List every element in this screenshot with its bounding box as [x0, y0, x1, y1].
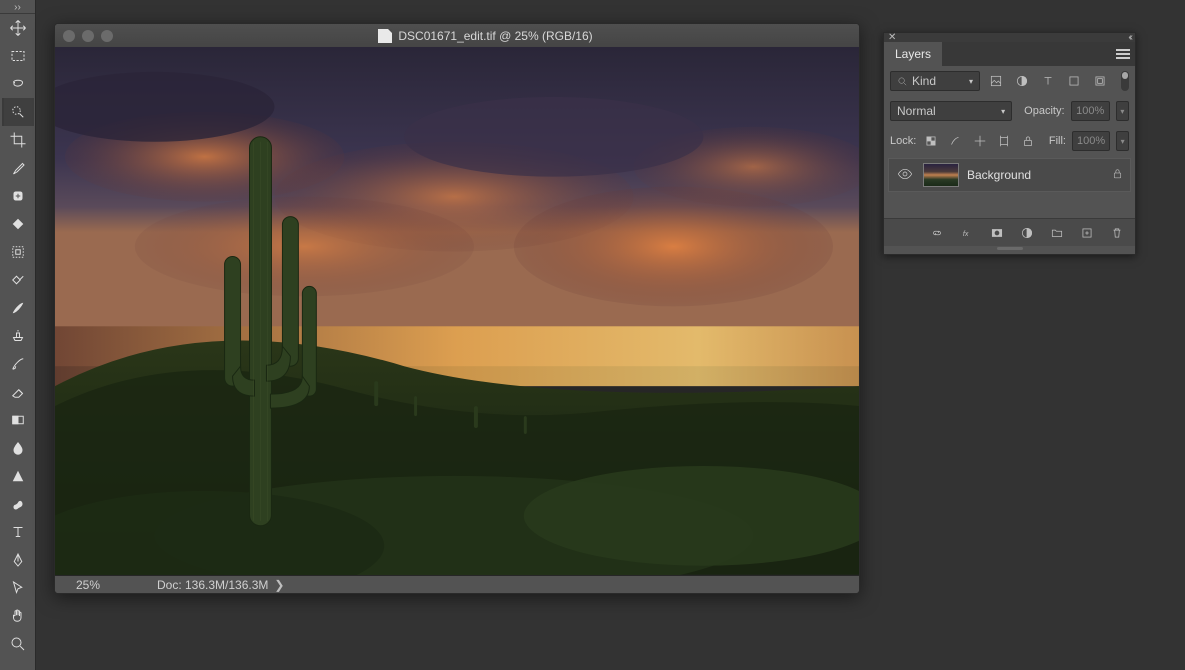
gradient-tool[interactable]: [2, 406, 34, 434]
filter-shape-icon[interactable]: [1064, 71, 1084, 91]
delete-layer-icon[interactable]: [1107, 223, 1127, 243]
blend-mode-value: Normal: [897, 104, 936, 118]
blend-mode-select[interactable]: Normal ▾: [890, 101, 1012, 121]
image-canvas[interactable]: [55, 47, 859, 575]
search-icon: [897, 76, 908, 87]
svg-text:fx: fx: [963, 230, 969, 237]
lock-transparency-icon[interactable]: [922, 131, 940, 151]
workspace: DSC01671_edit.tif @ 25% (RGB/16): [36, 0, 1185, 670]
patch-tool[interactable]: [2, 210, 34, 238]
new-layer-icon[interactable]: [1077, 223, 1097, 243]
panel-control-bar[interactable]: ✕ ‹‹: [884, 33, 1135, 42]
filter-smart-icon[interactable]: [1090, 71, 1110, 91]
layers-tab[interactable]: Layers: [884, 42, 942, 66]
opacity-value[interactable]: 100%: [1071, 101, 1110, 121]
document-title: DSC01671_edit.tif @ 25% (RGB/16): [120, 29, 851, 43]
clone-stamp-tool[interactable]: [2, 322, 34, 350]
fill-value[interactable]: 100%: [1072, 131, 1110, 151]
document-title-text: DSC01671_edit.tif @ 25% (RGB/16): [398, 29, 592, 43]
layers-footer: fx: [884, 218, 1135, 246]
chevron-right-icon: ❯: [274, 578, 284, 592]
eyedropper-tool[interactable]: [2, 154, 34, 182]
move-tool[interactable]: [2, 14, 34, 42]
smudge-tool[interactable]: [2, 490, 34, 518]
lock-artboard-icon[interactable]: [995, 131, 1013, 151]
hand-tool[interactable]: [2, 602, 34, 630]
filter-type-icon[interactable]: [1038, 71, 1058, 91]
app-root: ››: [0, 0, 1185, 670]
eraser-tool[interactable]: [2, 378, 34, 406]
panel-resize-handle[interactable]: [884, 246, 1135, 254]
layers-panel: ✕ ‹‹ Layers Kind ▾: [883, 32, 1136, 255]
layer-mask-icon[interactable]: [987, 223, 1007, 243]
zoom-level[interactable]: 25%: [59, 578, 117, 592]
frame-tool[interactable]: [2, 238, 34, 266]
toolbox-expand[interactable]: ››: [0, 2, 35, 14]
crop-tool[interactable]: [2, 126, 34, 154]
document-window: DSC01671_edit.tif @ 25% (RGB/16): [54, 23, 860, 594]
zoom-tool[interactable]: [2, 630, 34, 658]
lock-row: Lock: Fill: 100% ▾: [884, 126, 1135, 156]
filter-pixel-icon[interactable]: [986, 71, 1006, 91]
document-statusbar: 25% Doc: 136.3M/136.3M ❯: [55, 576, 859, 593]
lock-image-icon[interactable]: [946, 131, 964, 151]
triangle-tool[interactable]: [2, 462, 34, 490]
lock-all-icon[interactable]: [1019, 131, 1037, 151]
layer-row-background[interactable]: Background: [888, 158, 1131, 192]
content-aware-tool[interactable]: [2, 266, 34, 294]
quick-selection-tool[interactable]: [2, 98, 34, 126]
doc-size-text: Doc: 136.3M/136.3M: [157, 578, 268, 592]
lock-icon[interactable]: [1111, 167, 1124, 183]
visibility-toggle-icon[interactable]: [895, 166, 915, 185]
rectangular-marquee-tool[interactable]: [2, 42, 34, 70]
blend-row: Normal ▾ Opacity: 100% ▾: [884, 96, 1135, 126]
document-info[interactable]: Doc: 136.3M/136.3M ❯: [157, 578, 284, 592]
file-icon: [378, 29, 392, 43]
history-brush-tool[interactable]: [2, 350, 34, 378]
layer-filter-row: Kind ▾: [884, 66, 1135, 96]
filter-type-label: Kind: [912, 74, 936, 88]
adjustment-layer-icon[interactable]: [1017, 223, 1037, 243]
healing-brush-tool[interactable]: [2, 182, 34, 210]
filter-adjustment-icon[interactable]: [1012, 71, 1032, 91]
fill-label: Fill:: [1049, 135, 1066, 147]
brush-tool[interactable]: [2, 294, 34, 322]
layer-thumbnail[interactable]: [923, 163, 959, 187]
type-tool[interactable]: [2, 518, 34, 546]
group-icon[interactable]: [1047, 223, 1067, 243]
canvas-area[interactable]: [55, 47, 859, 576]
fill-dropdown[interactable]: ▾: [1116, 131, 1129, 151]
pen-tool[interactable]: [2, 546, 34, 574]
panel-body: Kind ▾ Normal ▾ Opacity:: [884, 66, 1135, 254]
panel-header: Layers: [884, 42, 1135, 66]
opacity-label: Opacity:: [1024, 105, 1064, 117]
document-titlebar[interactable]: DSC01671_edit.tif @ 25% (RGB/16): [55, 24, 859, 47]
filter-type-select[interactable]: Kind ▾: [890, 71, 980, 91]
path-selection-tool[interactable]: [2, 574, 34, 602]
toolbox: ››: [0, 0, 36, 670]
window-controls: [63, 30, 113, 42]
layer-style-icon[interactable]: fx: [957, 223, 977, 243]
minimize-window[interactable]: [82, 30, 94, 42]
filter-toggle[interactable]: [1121, 71, 1129, 91]
layer-name[interactable]: Background: [967, 168, 1031, 182]
lock-position-icon[interactable]: [971, 131, 989, 151]
link-layers-icon[interactable]: [927, 223, 947, 243]
layer-list: Background: [884, 156, 1135, 218]
close-window[interactable]: [63, 30, 75, 42]
blur-tool[interactable]: [2, 434, 34, 462]
panel-menu-icon[interactable]: [1111, 42, 1135, 66]
opacity-dropdown[interactable]: ▾: [1116, 101, 1129, 121]
lock-label: Lock:: [890, 135, 916, 147]
maximize-window[interactable]: [101, 30, 113, 42]
lasso-tool[interactable]: [2, 70, 34, 98]
